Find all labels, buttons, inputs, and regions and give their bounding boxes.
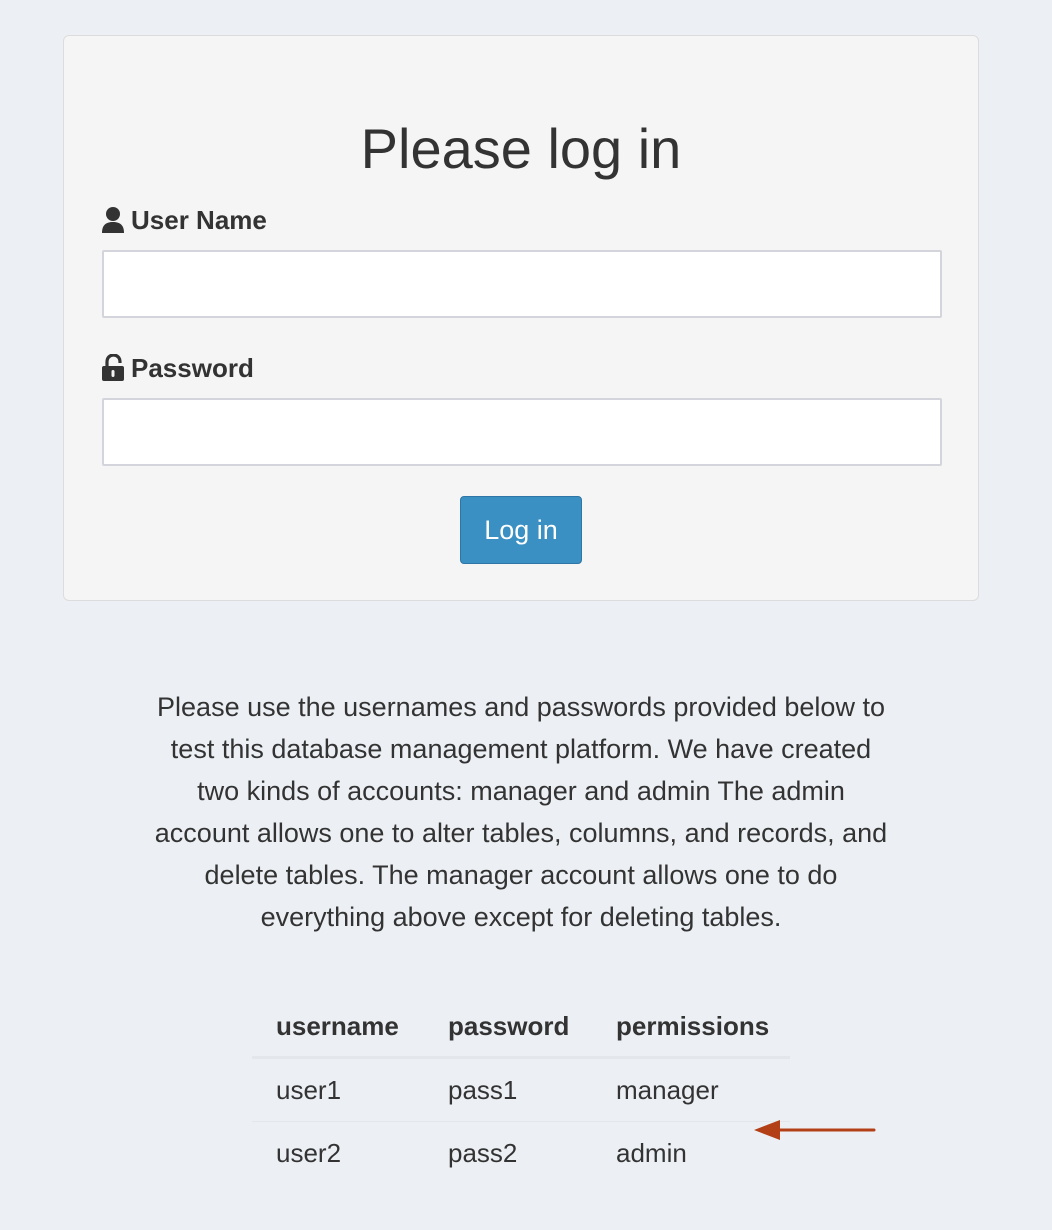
table-row: user2 pass2 admin bbox=[252, 1122, 790, 1185]
cell-password: pass2 bbox=[448, 1137, 518, 1168]
header-password: password bbox=[424, 996, 592, 1059]
cell-password: pass1 bbox=[424, 1057, 592, 1122]
cell-permissions: manager bbox=[592, 1057, 790, 1122]
arrow-left-icon bbox=[752, 1117, 878, 1150]
username-label-text: User Name bbox=[131, 204, 267, 235]
header-permissions: permissions bbox=[592, 996, 790, 1059]
instructions-text: Please use the usernames and passwords p… bbox=[154, 692, 888, 932]
username-label: User Name bbox=[101, 204, 267, 236]
page-title: Please log in bbox=[360, 117, 682, 180]
login-panel: Please log in User Name Password Log in bbox=[63, 35, 979, 601]
username-input[interactable] bbox=[102, 250, 942, 318]
password-input[interactable] bbox=[102, 398, 942, 466]
user-icon bbox=[101, 206, 125, 234]
cell-username: user2 bbox=[276, 1137, 342, 1168]
password-label: Password bbox=[101, 352, 254, 384]
header-username: username bbox=[252, 996, 424, 1059]
table-header-row: username password permissions bbox=[252, 996, 790, 1059]
password-label-text: Password bbox=[131, 352, 254, 383]
login-button[interactable]: Log in bbox=[460, 496, 582, 564]
unlock-icon bbox=[101, 354, 125, 382]
cell-username: user1 bbox=[252, 1057, 424, 1122]
credentials-table: username password permissions user1 pass… bbox=[252, 996, 790, 1184]
table-row: user1 pass1 manager bbox=[252, 1057, 790, 1122]
